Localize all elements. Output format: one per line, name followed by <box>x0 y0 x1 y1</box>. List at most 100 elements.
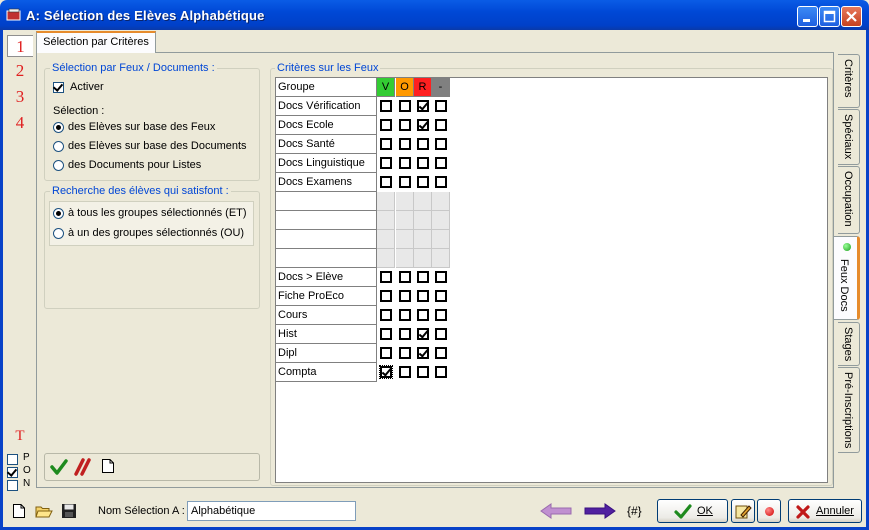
save-icon[interactable] <box>61 503 77 519</box>
grid-checkbox[interactable] <box>380 290 392 302</box>
grid-checkbox[interactable] <box>417 271 429 283</box>
check-o[interactable] <box>7 467 18 478</box>
grid-checkbox[interactable] <box>435 290 447 302</box>
grid-checkbox[interactable] <box>417 366 429 378</box>
grid-checkbox[interactable] <box>417 309 429 321</box>
vtab-pre-inscriptions[interactable]: Pré-Inscriptions <box>838 367 860 453</box>
minimize-button[interactable] <box>797 6 818 27</box>
grid-checkbox[interactable] <box>380 138 392 150</box>
tab-selection-criteres[interactable]: Sélection par Critères <box>36 31 156 53</box>
vtab-feux-docs[interactable]: Feux Docs <box>834 236 860 320</box>
grid-empty-cell <box>377 192 395 211</box>
grid-checkbox[interactable] <box>399 157 411 169</box>
new-document-icon[interactable] <box>101 458 115 474</box>
grid-row-label: Docs Linguistique <box>276 154 377 173</box>
radio-eleves-documents[interactable] <box>53 141 64 152</box>
next-arrow-icon[interactable] <box>583 502 617 520</box>
grid-checkbox[interactable] <box>379 365 393 379</box>
radio-un-groupe[interactable] <box>53 228 64 239</box>
radio-un-groupe-label: à un des groupes sélectionnés (OU) <box>68 227 245 239</box>
grid-checkbox[interactable] <box>399 119 411 131</box>
radio-documents-listes[interactable] <box>53 160 64 171</box>
grid-checkbox[interactable] <box>435 328 447 340</box>
grid-checkbox[interactable] <box>417 157 429 169</box>
ok-label: OK <box>697 505 713 517</box>
maximize-button[interactable] <box>819 6 840 27</box>
nav-tab-4[interactable]: 4 <box>7 112 33 134</box>
grid-checkbox[interactable] <box>399 100 411 112</box>
vtab-criteres[interactable]: Critères <box>838 54 860 108</box>
grid-checkbox[interactable] <box>399 347 411 359</box>
new-icon[interactable] <box>12 503 26 519</box>
grid-checkbox[interactable] <box>380 119 392 131</box>
grid-checkbox[interactable] <box>435 119 447 131</box>
grid-row-label: Cours <box>276 306 377 325</box>
grid-checkbox[interactable] <box>380 176 392 188</box>
ok-button[interactable]: OK <box>657 499 728 523</box>
grid-checkbox[interactable] <box>399 176 411 188</box>
check-p[interactable] <box>7 454 18 465</box>
grid-checkbox[interactable] <box>435 347 447 359</box>
grid-checkbox[interactable] <box>399 138 411 150</box>
nav-tab-3[interactable]: 3 <box>7 86 33 108</box>
activer-checkbox[interactable] <box>53 82 64 93</box>
nom-selection-input[interactable] <box>187 501 356 521</box>
cancel-x-icon <box>796 505 810 519</box>
grid-checkbox[interactable] <box>380 157 392 169</box>
grid-checkbox[interactable] <box>417 138 429 150</box>
grid-row-label: Docs > Elève <box>276 268 377 287</box>
close-button[interactable] <box>841 6 862 27</box>
grid-checkbox[interactable] <box>380 271 392 283</box>
grid-checkbox[interactable] <box>399 271 411 283</box>
nav-tab-1[interactable]: 1 <box>7 35 33 57</box>
grid-empty-cell <box>396 211 414 230</box>
radio-tous-groupes[interactable] <box>53 208 64 219</box>
grid-checkbox[interactable] <box>417 176 429 188</box>
vtab-occupation[interactable]: Occupation <box>838 166 860 234</box>
grid-checkbox[interactable] <box>417 328 429 340</box>
grid-checkbox[interactable] <box>435 309 447 321</box>
vtab-speciaux[interactable]: Spéciaux <box>838 109 860 165</box>
record-button[interactable] <box>757 499 781 523</box>
grid-checkbox[interactable] <box>417 119 429 131</box>
annuler-button[interactable]: Annuler <box>788 499 862 523</box>
nav-tab-2[interactable]: 2 <box>7 60 33 82</box>
vtab-stages[interactable]: Stages <box>838 322 860 366</box>
title-bar[interactable]: A: Sélection des Elèves Alphabétique <box>0 0 869 30</box>
grid-checkbox[interactable] <box>380 328 392 340</box>
hash-button[interactable]: {#} <box>627 504 642 518</box>
validate-check-icon[interactable] <box>50 458 68 476</box>
vtab-pre-inscriptions-label: Pré-Inscriptions <box>842 372 854 449</box>
grid-checkbox[interactable] <box>435 100 447 112</box>
grid-checkbox[interactable] <box>380 309 392 321</box>
grid-empty-cell <box>432 230 450 249</box>
vtab-criteres-label: Critères <box>842 59 854 98</box>
grid-checkbox[interactable] <box>417 290 429 302</box>
grid-checkbox[interactable] <box>435 271 447 283</box>
left-letter-t: T <box>15 428 25 444</box>
previous-arrow-icon[interactable] <box>539 502 573 520</box>
grid-checkbox[interactable] <box>399 366 411 378</box>
grid-checkbox[interactable] <box>380 347 392 359</box>
grid-checkbox[interactable] <box>399 309 411 321</box>
grid-checkbox[interactable] <box>417 347 429 359</box>
grid-empty-cell <box>377 249 395 268</box>
grid-checkbox[interactable] <box>435 138 447 150</box>
grid-checkbox[interactable] <box>435 157 447 169</box>
grid-empty-cell <box>414 211 432 230</box>
grid-checkbox[interactable] <box>399 290 411 302</box>
check-n[interactable] <box>7 480 18 491</box>
grid-checkbox[interactable] <box>380 100 392 112</box>
open-folder-icon[interactable] <box>35 503 53 519</box>
grid-checkbox[interactable] <box>435 176 447 188</box>
check-n-label: N <box>23 478 31 489</box>
grid-checkbox[interactable] <box>417 100 429 112</box>
clear-icon[interactable] <box>73 458 91 476</box>
grid-checkbox[interactable] <box>399 328 411 340</box>
grid-checkbox[interactable] <box>435 366 447 378</box>
grid-header-v: V <box>377 78 395 97</box>
criteres-legend: Critères sur les Feux <box>275 62 381 74</box>
edit-pencil-button[interactable] <box>731 499 755 523</box>
selection-label: Sélection : <box>53 105 105 117</box>
radio-eleves-feux[interactable] <box>53 122 64 133</box>
